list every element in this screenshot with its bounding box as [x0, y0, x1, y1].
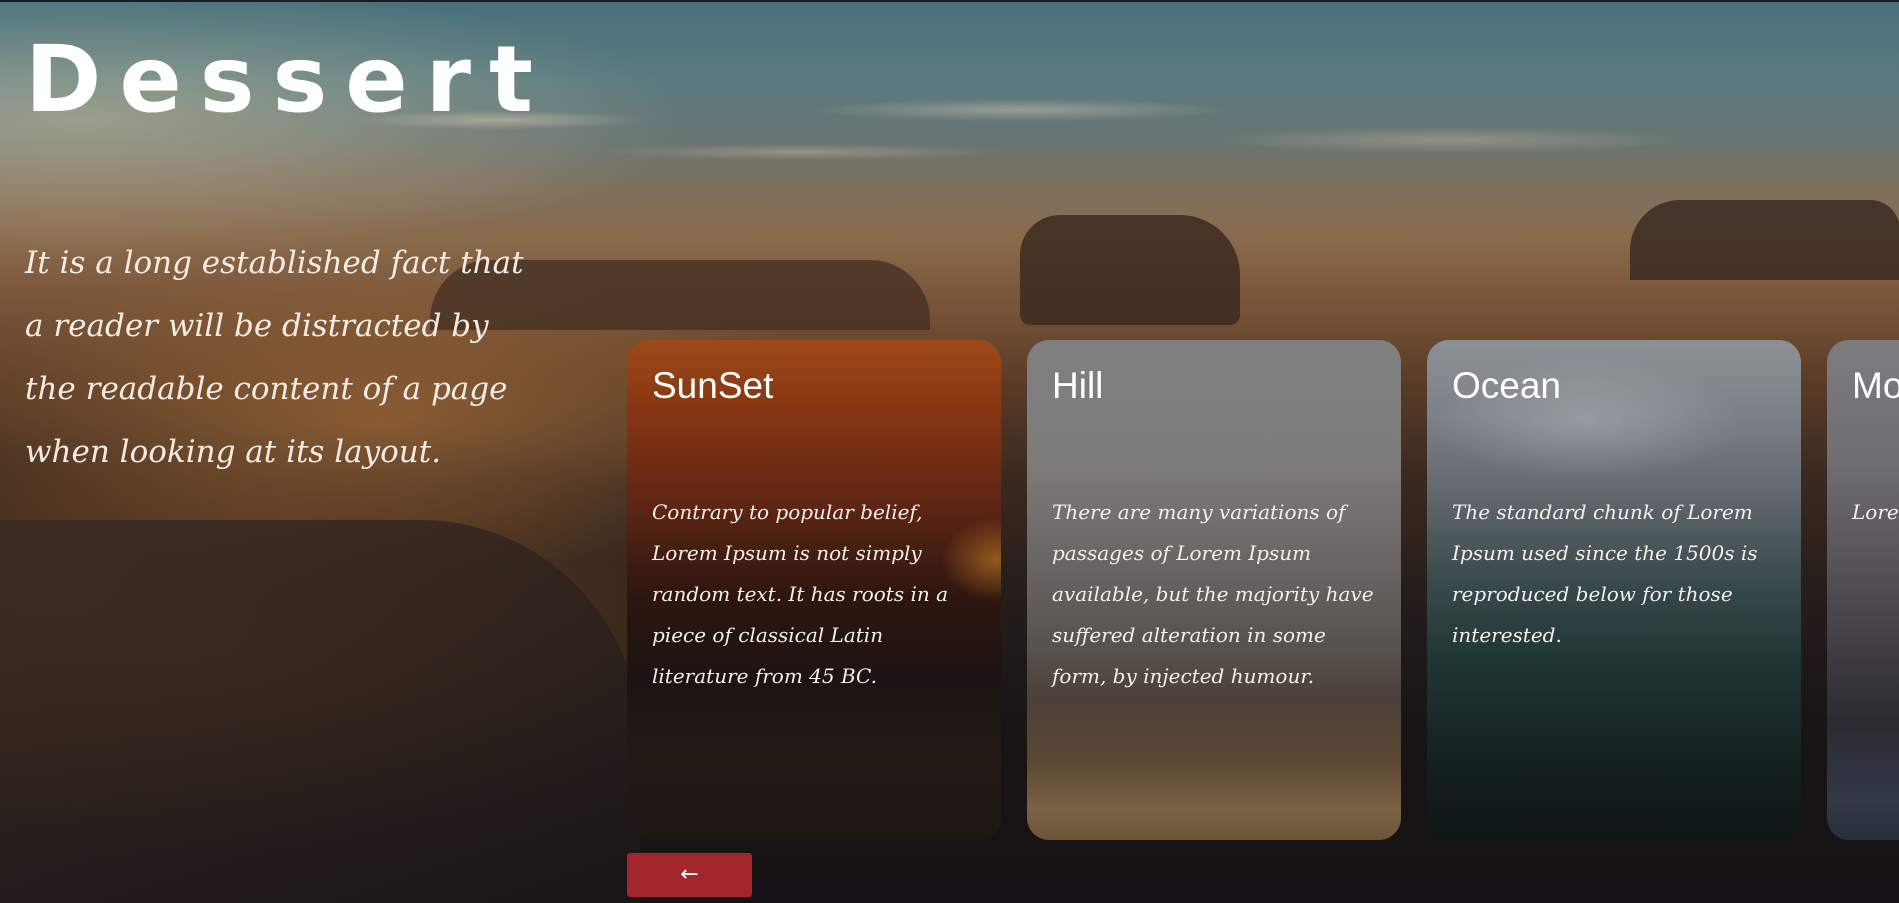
- card-title: SunSet: [652, 365, 774, 406]
- top-border: [0, 0, 1899, 2]
- rock-formation: [1630, 200, 1899, 280]
- card-title: Hill: [1052, 365, 1104, 406]
- intro-text: It is a long established fact that a rea…: [25, 245, 524, 470]
- card-ocean[interactable]: Ocean The standard chunk of Lorem Ipsum …: [1427, 340, 1801, 840]
- card-text: The standard chunk of Lorem Ipsum used s…: [1452, 499, 1758, 647]
- card-text: Lorem free fr huma word: [1852, 499, 1899, 524]
- card-title: Mo: [1852, 365, 1899, 406]
- prev-button[interactable]: ←: [627, 853, 752, 897]
- hero-section: Dessert It is a long established fact th…: [0, 0, 1899, 903]
- card-title: Ocean: [1452, 365, 1562, 406]
- page-title: Dessert: [25, 26, 552, 133]
- card-text: There are many variations of passages of…: [1052, 499, 1374, 688]
- card-text: Contrary to popular belief, Lorem Ipsum …: [652, 499, 949, 688]
- card-sunset[interactable]: SunSet Contrary to popular belief, Lorem…: [627, 340, 1001, 840]
- foreground-rock: [0, 520, 640, 903]
- card-carousel[interactable]: SunSet Contrary to popular belief, Lorem…: [627, 340, 1899, 840]
- card-hill[interactable]: Hill There are many variations of passag…: [1027, 340, 1401, 840]
- card-partial[interactable]: Mo Lorem free fr huma word: [1827, 340, 1899, 840]
- rock-formation: [1020, 215, 1240, 325]
